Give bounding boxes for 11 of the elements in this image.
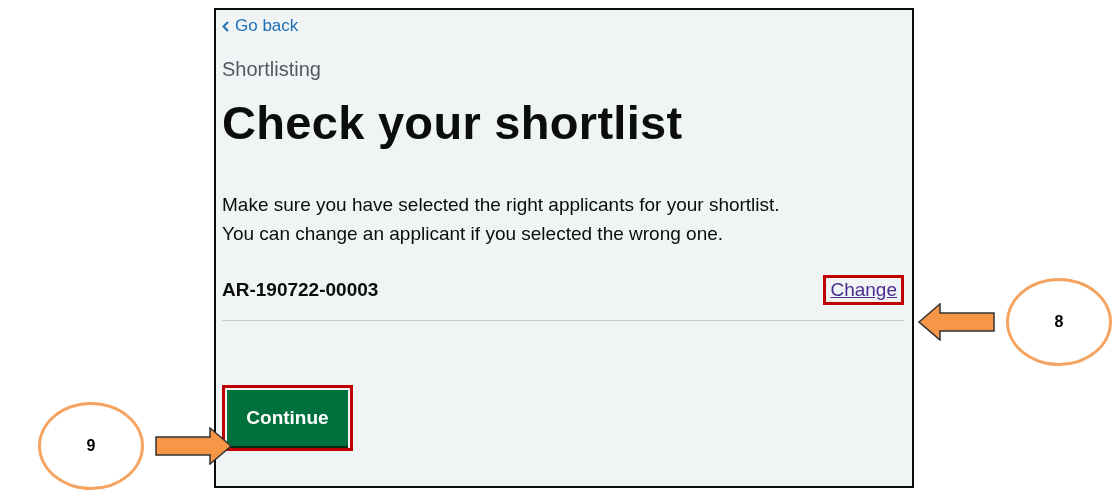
page-heading: Check your shortlist: [222, 95, 683, 150]
continue-button[interactable]: Continue: [227, 390, 348, 446]
change-link[interactable]: Change: [823, 275, 904, 305]
step-number: 8: [1006, 278, 1112, 366]
chevron-icon: [222, 20, 229, 32]
step-number: 9: [38, 402, 144, 490]
intro-text: You can change an applicant if you selected the wrong one.: [222, 222, 724, 246]
caption: Shortlisting: [222, 58, 321, 81]
applicant-reference: AR-190722-00003: [222, 279, 379, 301]
back-link[interactable]: Go back: [222, 16, 299, 36]
intro-text: Make sure you have selected the right applicants for your shortlist.: [222, 193, 780, 217]
